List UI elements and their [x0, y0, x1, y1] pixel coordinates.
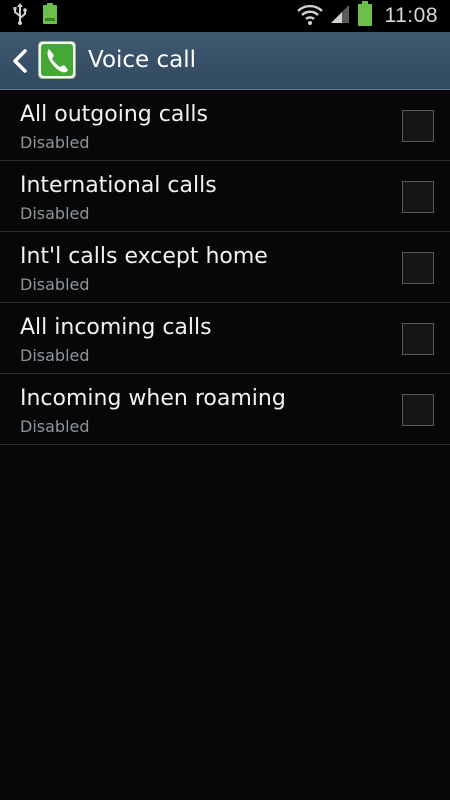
clock: 11:08 — [384, 4, 438, 27]
list-item-status: Disabled — [20, 275, 90, 294]
status-bar: 11:08 — [0, 0, 450, 32]
battery-icon — [357, 1, 373, 31]
chevron-left-icon — [12, 49, 28, 77]
phone-icon — [38, 41, 76, 79]
list-item-status: Disabled — [20, 346, 90, 365]
call-barring-list: All outgoing calls Disabled Internationa… — [0, 90, 450, 445]
list-item-status: Disabled — [20, 204, 90, 223]
list-item-all-incoming-calls[interactable]: All incoming calls Disabled — [0, 303, 450, 374]
page-title: Voice call — [88, 47, 197, 73]
list-item-status: Disabled — [20, 417, 90, 436]
up-navigation-button[interactable] — [0, 32, 82, 90]
notification-area — [12, 3, 58, 29]
all-outgoing-calls-checkbox[interactable] — [402, 110, 434, 142]
list-item-international-calls[interactable]: International calls Disabled — [0, 161, 450, 232]
list-item-title: Int'l calls except home — [20, 244, 268, 269]
list-item-title: All incoming calls — [20, 315, 212, 340]
list-item-title: Incoming when roaming — [20, 386, 286, 411]
all-incoming-calls-checkbox[interactable] — [402, 323, 434, 355]
wifi-icon — [296, 2, 323, 30]
intl-calls-except-home-checkbox[interactable] — [402, 252, 434, 284]
battery-full-notification-icon — [42, 3, 58, 29]
list-item-title: International calls — [20, 173, 217, 198]
system-indicators: 11:08 — [296, 1, 439, 31]
list-item-all-outgoing-calls[interactable]: All outgoing calls Disabled — [0, 90, 450, 161]
signal-icon — [329, 3, 351, 29]
list-item-title: All outgoing calls — [20, 102, 208, 127]
action-bar: Voice call — [0, 32, 450, 90]
list-item-incoming-when-roaming[interactable]: Incoming when roaming Disabled — [0, 374, 450, 445]
list-item-status: Disabled — [20, 133, 90, 152]
list-item-intl-calls-except-home[interactable]: Int'l calls except home Disabled — [0, 232, 450, 303]
international-calls-checkbox[interactable] — [402, 181, 434, 213]
usb-icon — [12, 3, 28, 29]
incoming-when-roaming-checkbox[interactable] — [402, 394, 434, 426]
